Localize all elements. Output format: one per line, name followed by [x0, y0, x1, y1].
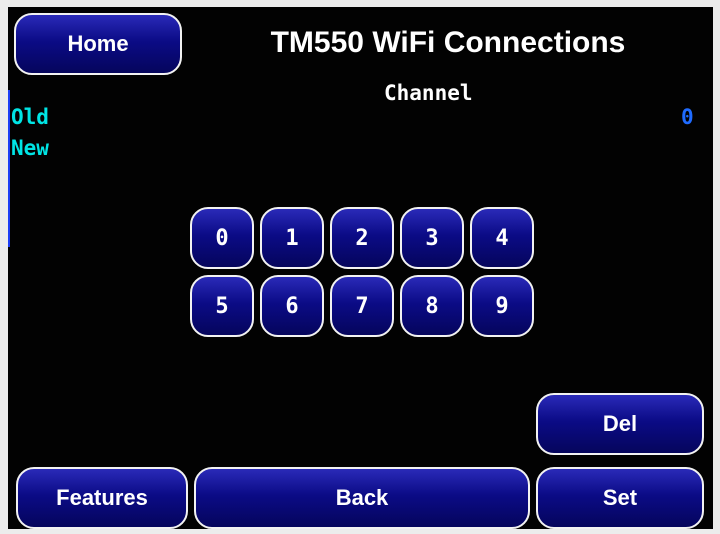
home-button[interactable]: Home: [14, 13, 182, 75]
page-title: TM550 WiFi Connections: [270, 26, 626, 59]
key-0[interactable]: 0: [190, 207, 254, 269]
key-7[interactable]: 7: [330, 275, 394, 337]
back-button[interactable]: Back: [194, 467, 530, 529]
old-value: 0: [681, 105, 694, 129]
features-button[interactable]: Features: [16, 467, 188, 529]
key-8[interactable]: 8: [400, 275, 464, 337]
old-label: Old: [11, 105, 49, 129]
key-2[interactable]: 2: [330, 207, 394, 269]
key-5[interactable]: 5: [190, 275, 254, 337]
key-9[interactable]: 9: [470, 275, 534, 337]
set-button[interactable]: Set: [536, 467, 704, 529]
left-edge-bar: [8, 90, 10, 247]
key-1[interactable]: 1: [260, 207, 324, 269]
key-6[interactable]: 6: [260, 275, 324, 337]
channel-label: Channel: [384, 81, 473, 105]
del-button[interactable]: Del: [536, 393, 704, 455]
new-label: New: [11, 136, 49, 160]
key-4[interactable]: 4: [470, 207, 534, 269]
key-3[interactable]: 3: [400, 207, 464, 269]
device-screen: Home TM550 WiFi Connections Channel Old …: [8, 7, 713, 529]
